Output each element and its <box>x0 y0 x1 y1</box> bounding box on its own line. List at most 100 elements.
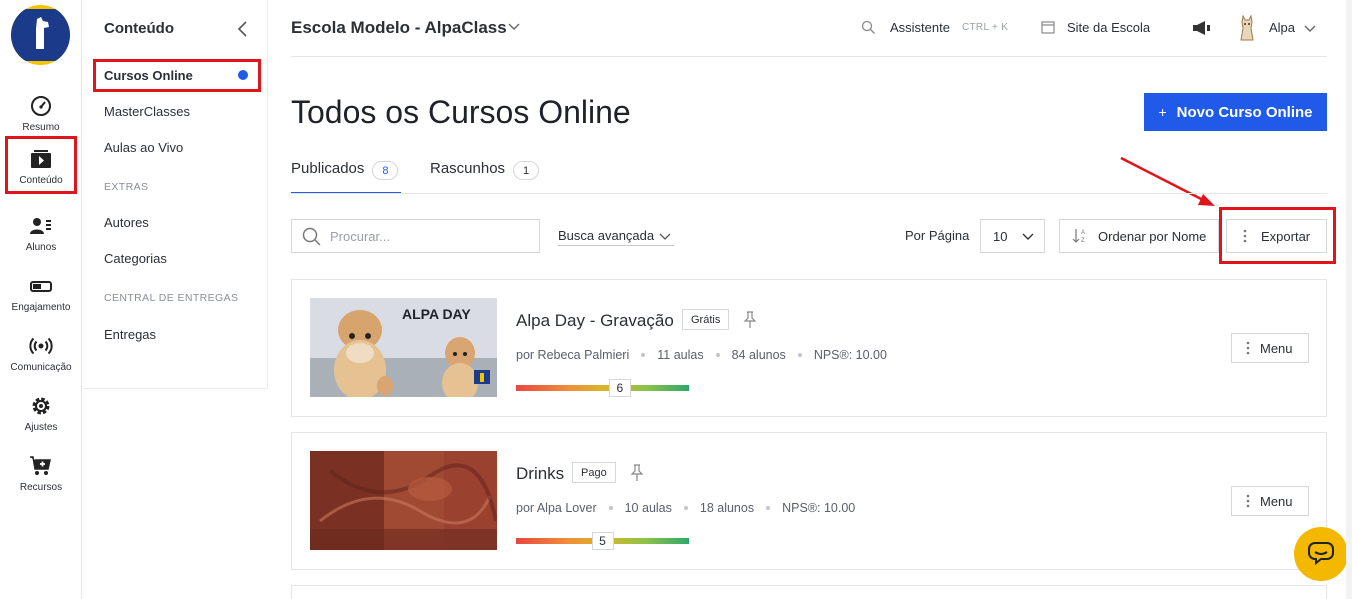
count-badge: 1 <box>513 161 540 180</box>
course-author: por Alpa Lover <box>516 501 597 515</box>
chevron-down-icon <box>1022 233 1034 240</box>
advanced-search-label: Busca avançada <box>558 228 655 243</box>
tab-publicados[interactable]: Publicados 8 <box>291 160 401 194</box>
advanced-search-toggle[interactable]: Busca avançada <box>558 228 671 243</box>
score-value: 5 <box>591 532 614 550</box>
highlight-box <box>5 136 77 194</box>
per-page-select[interactable]: 10 <box>980 219 1045 253</box>
course-author: por Rebeca Palmieri <box>516 348 630 362</box>
course-title[interactable]: Drinks <box>516 464 564 484</box>
cart-plus-icon <box>30 455 51 475</box>
sort-az-icon: AZ <box>1072 229 1085 244</box>
content-sidebar: Conteúdo Cursos Online MasterClasses Aul… <box>82 0 268 389</box>
alpaca-photo: ALPA DAY <box>310 298 497 397</box>
assistant-button[interactable]: Assistente <box>890 20 950 35</box>
sidebar-item-masterclasses[interactable]: MasterClasses <box>104 104 190 119</box>
course-students: 18 alunos <box>699 501 755 515</box>
course-menu-button[interactable]: Menu <box>1231 486 1309 516</box>
broadcast-icon <box>29 337 53 354</box>
assistant-shortcut: CTRL + K <box>962 22 1009 33</box>
sort-button[interactable]: AZ Ordenar por Nome <box>1059 219 1219 253</box>
search-box <box>291 219 540 253</box>
menu-label: Menu <box>1260 493 1293 509</box>
count-badge: 8 <box>372 161 399 180</box>
rail-item-label: Comunicação <box>10 361 72 373</box>
per-page-label: Por Página <box>905 228 970 243</box>
course-card[interactable] <box>291 585 1327 599</box>
drinks-photo <box>310 451 497 550</box>
rail-item-label: Ajustes <box>24 421 58 433</box>
plus-icon: + <box>1158 104 1167 120</box>
tab-rascunhos[interactable]: Rascunhos 1 <box>430 160 540 194</box>
rail-item-label: Recursos <box>19 481 63 493</box>
course-lessons: 11 aulas <box>657 348 704 362</box>
sidebar-item-categorias[interactable]: Categorias <box>104 251 167 266</box>
sidebar-item-autores[interactable]: Autores <box>104 215 149 230</box>
pin-icon[interactable] <box>743 311 757 329</box>
gear-icon <box>32 397 50 414</box>
search-input[interactable] <box>330 220 530 252</box>
rail-item-resumo[interactable]: Resumo <box>0 84 82 142</box>
search-icon <box>302 227 321 246</box>
chat-button[interactable] <box>1294 527 1348 581</box>
course-thumbnail[interactable] <box>310 451 497 550</box>
rail-item-label: Alunos <box>25 241 57 253</box>
sort-label: Ordenar por Nome <box>1098 228 1207 244</box>
per-page-value: 10 <box>993 229 1008 244</box>
annotation-arrow <box>1120 156 1215 206</box>
active-dot <box>238 70 248 80</box>
chat-icon <box>1308 542 1334 566</box>
course-title[interactable]: Alpa Day - Gravação <box>516 311 674 331</box>
toggle-icon <box>30 280 52 292</box>
school-logo[interactable] <box>11 5 70 65</box>
course-card[interactable]: ALPA DAY Alpa Day - Gravação Grátis por … <box>291 279 1327 417</box>
chevron-down-icon[interactable] <box>507 20 521 34</box>
course-lessons: 10 aulas <box>624 501 672 515</box>
search-icon <box>861 20 875 34</box>
dashboard-icon <box>31 95 51 116</box>
avatar[interactable] <box>1237 14 1257 42</box>
new-course-label: Novo Curso Online <box>1176 103 1313 121</box>
dotted-underline <box>558 245 674 246</box>
chevron-down-icon <box>659 233 671 240</box>
sidebar-item-aulas-ao-vivo[interactable]: Aulas ao Vivo <box>104 140 183 155</box>
user-name[interactable]: Alpa <box>1269 20 1295 35</box>
rail-item-label: Resumo <box>22 121 60 133</box>
rail-item-engajamento[interactable]: Engajamento <box>0 264 82 322</box>
sidebar-section-central: CENTRAL DE ENTREGAS <box>104 292 239 304</box>
rail-item-recursos[interactable]: Recursos <box>0 444 82 502</box>
thumbnail-caption: ALPA DAY <box>402 306 471 322</box>
course-menu-button[interactable]: Menu <box>1231 333 1309 363</box>
course-students: 84 alunos <box>731 348 786 362</box>
new-course-button[interactable]: + Novo Curso Online <box>1144 93 1327 131</box>
course-thumbnail[interactable]: ALPA DAY <box>310 298 497 397</box>
course-nps: NPS®: 10.00 <box>813 348 887 362</box>
sidebar-title: Conteúdo <box>104 20 174 37</box>
menu-label: Menu <box>1260 340 1293 356</box>
sidebar-item-entregas[interactable]: Entregas <box>104 327 156 342</box>
scrollbar[interactable] <box>1346 0 1352 599</box>
top-bar: Escola Modelo - AlpaClass Assistente CTR… <box>291 0 1327 57</box>
students-icon <box>30 217 51 234</box>
score-value: 6 <box>608 379 631 397</box>
kebab-icon <box>1246 494 1250 508</box>
chevron-left-icon[interactable] <box>234 18 252 40</box>
sidebar-item-cursos-online[interactable]: Cursos Online <box>104 68 193 83</box>
course-nps: NPS®: 10.00 <box>782 501 856 515</box>
highlight-box <box>1219 207 1336 264</box>
rail-item-ajustes[interactable]: Ajustes <box>0 384 82 442</box>
chevron-down-icon[interactable] <box>1303 22 1317 36</box>
alpaca-logo-icon <box>36 17 49 49</box>
megaphone-icon[interactable] <box>1191 19 1213 37</box>
school-selector[interactable]: Escola Modelo - AlpaClass <box>291 18 507 38</box>
rail-item-alunos[interactable]: Alunos <box>0 204 82 262</box>
score-bar <box>516 385 689 391</box>
tab-label: Rascunhos <box>430 160 506 177</box>
pin-icon[interactable] <box>630 464 644 482</box>
school-site-link[interactable]: Site da Escola <box>1067 20 1150 35</box>
tabs-divider <box>291 193 1327 194</box>
sidebar-section-extras: EXTRAS <box>104 181 149 193</box>
svg-text:Z: Z <box>1081 238 1085 244</box>
course-card[interactable]: Drinks Pago por Alpa Lover 10 aulas 18 a… <box>291 432 1327 570</box>
rail-item-comunicacao[interactable]: Comunicação <box>0 324 82 382</box>
